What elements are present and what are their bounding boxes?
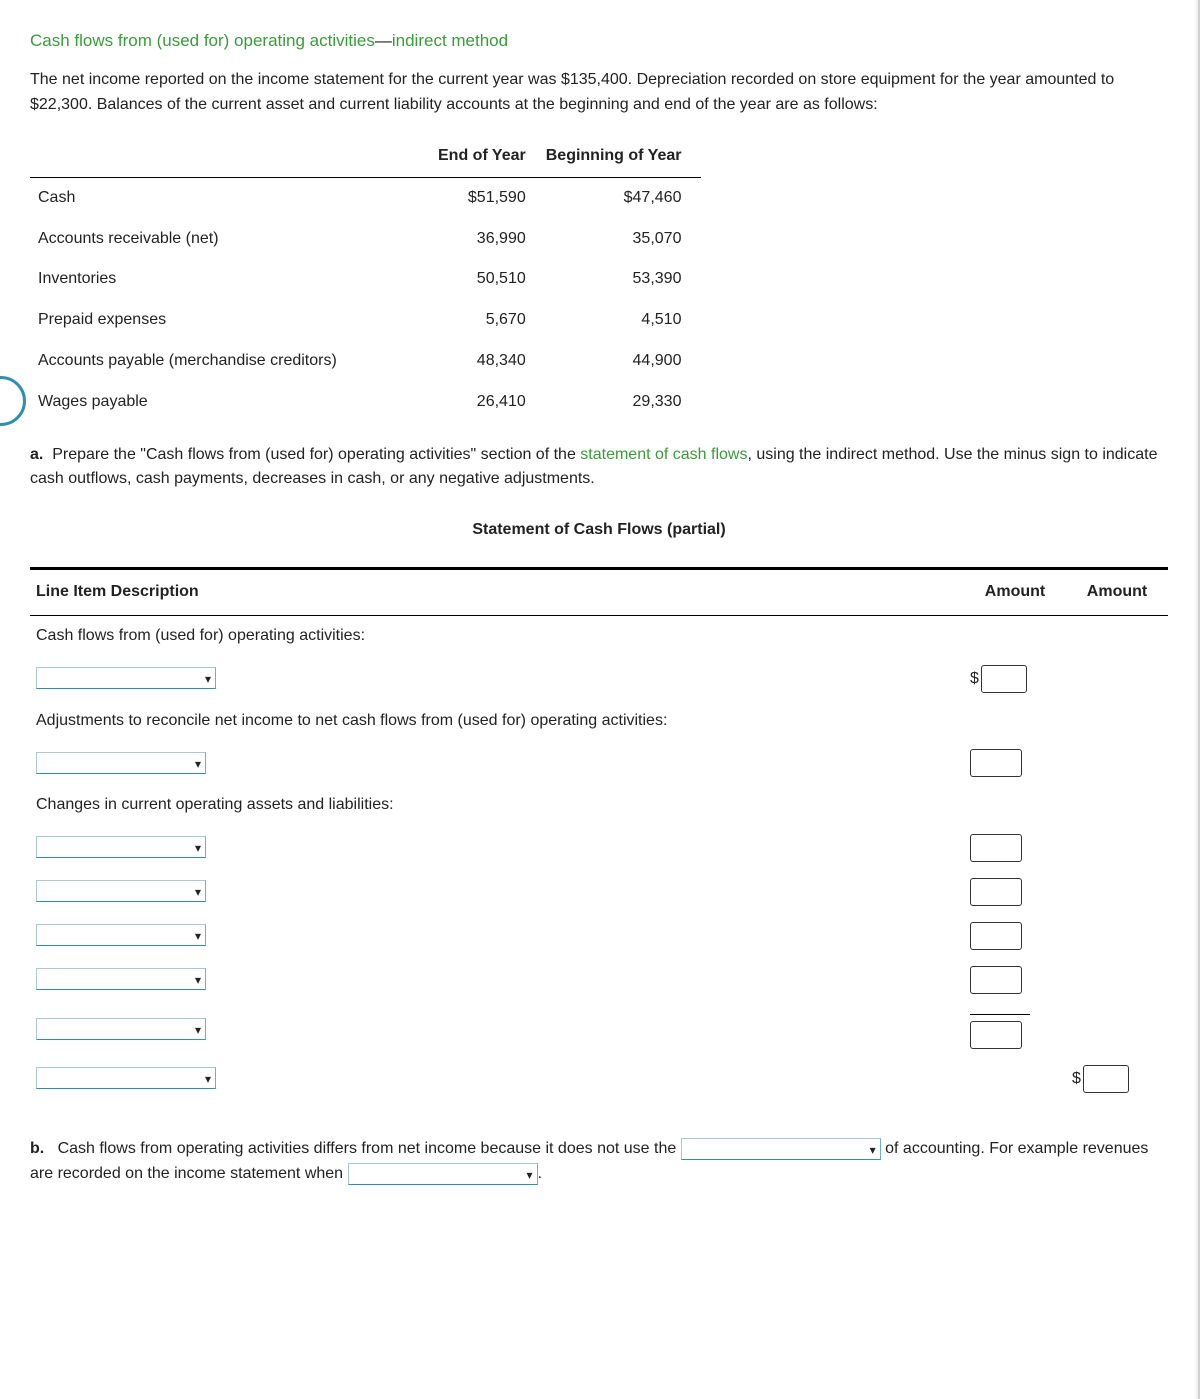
statement-title: Statement of Cash Flows (partial) (30, 518, 1168, 543)
row-beg-value: 4,510 (546, 300, 702, 341)
row-label: Inventories (30, 259, 438, 300)
row-beg-value: 35,070 (546, 219, 702, 260)
progress-bubble (0, 376, 26, 426)
section-title: Cash flows from (used for) operating act… (30, 28, 1168, 54)
title-suffix: indirect method (392, 31, 508, 50)
table-row: Wages payable26,41029,330 (30, 382, 701, 423)
row-end-value: 48,340 (438, 341, 546, 382)
part-b-period: . (538, 1165, 542, 1182)
table-row: Prepaid expenses5,6704,510 (30, 300, 701, 341)
change-item-2-input[interactable] (970, 878, 1022, 906)
dollar-sign-2: $ (1072, 1070, 1081, 1087)
row-end-value: 26,410 (438, 382, 546, 423)
table-row: Accounts receivable (net)36,99035,070 (30, 219, 701, 260)
table-row: Inventories50,51053,390 (30, 259, 701, 300)
revenue-recognition-dropdown[interactable] (348, 1163, 538, 1185)
change-item-3-dropdown[interactable] (36, 924, 206, 946)
row-label: Wages payable (30, 382, 438, 423)
title-dash: — (375, 31, 392, 50)
change-item-5-dropdown[interactable] (36, 1018, 206, 1040)
row-end-value: 36,990 (438, 219, 546, 260)
net-cash-flow-input[interactable] (1083, 1065, 1129, 1093)
row-label: Cash (30, 177, 438, 218)
row-beg-value: 44,900 (546, 341, 702, 382)
depreciation-input[interactable] (970, 749, 1022, 777)
table-row: Cash$51,590$47,460 (30, 177, 701, 218)
row-beg-value: 29,330 (546, 382, 702, 423)
title-main: Cash flows from (used for) operating act… (30, 31, 375, 50)
change-item-5-input[interactable] (970, 1021, 1022, 1049)
cf-section-operating: Cash flows from (used for) operating act… (30, 615, 964, 656)
row-label: Accounts payable (merchandise creditors) (30, 341, 438, 382)
cash-flow-table: Line Item Description Amount Amount Cash… (30, 567, 1168, 1101)
change-item-2-dropdown[interactable] (36, 880, 206, 902)
header-line-item: Line Item Description (30, 568, 964, 615)
change-item-3-input[interactable] (970, 922, 1022, 950)
cf-adjustments-label: Adjustments to reconcile net income to n… (30, 701, 964, 742)
part-b-text-1: Cash flows from operating activities dif… (58, 1140, 681, 1157)
intro-paragraph: The net income reported on the income st… (30, 68, 1168, 118)
col-beginning-of-year: Beginning of Year (546, 136, 702, 177)
row-end-value: 50,510 (438, 259, 546, 300)
row-beg-value: 53,390 (546, 259, 702, 300)
part-b: b. Cash flows from operating activities … (30, 1137, 1168, 1187)
row-end-value: $51,590 (438, 177, 546, 218)
statement-of-cash-flows-link[interactable]: statement of cash flows (580, 446, 747, 463)
dollar-sign: $ (970, 670, 979, 687)
col-end-of-year: End of Year (438, 136, 546, 177)
balances-table: End of Year Beginning of Year Cash$51,59… (30, 136, 701, 423)
net-income-input[interactable] (981, 665, 1027, 693)
change-item-1-dropdown[interactable] (36, 836, 206, 858)
part-a-text-before: Prepare the "Cash flows from (used for) … (52, 446, 580, 463)
net-income-dropdown[interactable] (36, 667, 216, 689)
row-label: Accounts receivable (net) (30, 219, 438, 260)
row-label: Prepaid expenses (30, 300, 438, 341)
change-item-1-input[interactable] (970, 834, 1022, 862)
change-item-4-input[interactable] (970, 966, 1022, 994)
row-end-value: 5,670 (438, 300, 546, 341)
part-a: a. Prepare the "Cash flows from (used fo… (30, 443, 1168, 493)
basis-of-accounting-dropdown[interactable] (681, 1138, 881, 1160)
header-amount-1: Amount (964, 568, 1066, 615)
table-row: Accounts payable (merchandise creditors)… (30, 341, 701, 382)
header-amount-2: Amount (1066, 568, 1168, 615)
part-b-label: b. (30, 1140, 44, 1157)
net-cash-flow-dropdown[interactable] (36, 1067, 216, 1089)
part-a-label: a. (30, 446, 43, 463)
cf-changes-label: Changes in current operating assets and … (30, 785, 964, 826)
change-item-4-dropdown[interactable] (36, 968, 206, 990)
row-beg-value: $47,460 (546, 177, 702, 218)
depreciation-dropdown[interactable] (36, 752, 206, 774)
